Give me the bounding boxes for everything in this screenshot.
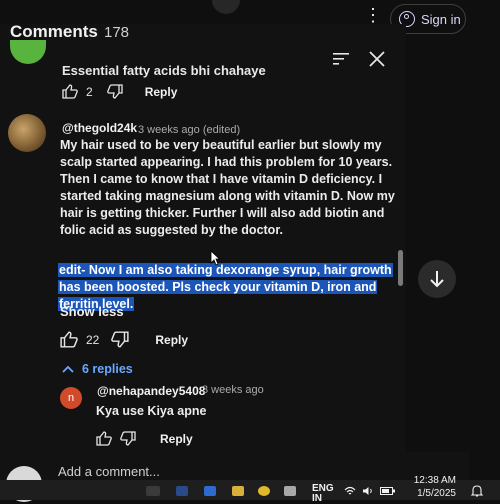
scroll-down-button[interactable] bbox=[418, 260, 456, 298]
region-code: IN bbox=[312, 493, 322, 504]
reply-author[interactable]: @nehapandey5408 bbox=[97, 384, 205, 398]
reply-body: Kya use Kiya apne bbox=[96, 404, 207, 418]
arrow-down-icon bbox=[430, 271, 444, 288]
reply-actions: Reply bbox=[96, 431, 193, 446]
like-icon[interactable] bbox=[96, 431, 112, 446]
like-icon[interactable] bbox=[62, 84, 78, 99]
dislike-icon[interactable] bbox=[106, 84, 123, 99]
taskbar-app-icon[interactable] bbox=[146, 486, 160, 496]
previous-comment-actions: 2 Reply bbox=[62, 84, 177, 99]
reply-button[interactable]: Reply bbox=[145, 85, 178, 99]
comment-meta: 3 weeks ago (edited) bbox=[138, 124, 241, 136]
replies-count: 6 replies bbox=[82, 362, 133, 376]
taskbar-app-icon[interactable] bbox=[284, 486, 296, 496]
like-icon[interactable] bbox=[60, 331, 78, 348]
clock-date: 1/5/2025 bbox=[417, 488, 456, 499]
comment-author[interactable]: @thegold24k bbox=[62, 121, 137, 135]
chrome-icon[interactable] bbox=[258, 486, 270, 496]
more-options-icon[interactable]: ⋮ bbox=[364, 4, 382, 26]
reply-meta: 3 weeks ago bbox=[202, 384, 264, 396]
previous-comment-text: Essential fatty acids bhi chahaye bbox=[62, 63, 266, 78]
close-icon[interactable] bbox=[368, 50, 386, 68]
replies-toggle[interactable]: 6 replies bbox=[62, 362, 133, 376]
mouse-cursor-icon bbox=[210, 250, 220, 266]
sign-in-label: Sign in bbox=[421, 11, 461, 27]
wifi-icon[interactable] bbox=[344, 486, 356, 496]
comments-count: 178 bbox=[104, 24, 130, 41]
taskbar-app-icon[interactable] bbox=[204, 486, 216, 496]
dislike-icon[interactable] bbox=[111, 331, 129, 348]
scrollbar-thumb[interactable] bbox=[398, 250, 403, 286]
language-indicator[interactable]: ENG IN bbox=[312, 484, 334, 504]
show-less-button[interactable]: Show less bbox=[60, 304, 124, 319]
comment-body: My hair used to be very beautiful earlie… bbox=[60, 138, 395, 237]
like-count: 2 bbox=[86, 84, 93, 99]
dislike-icon[interactable] bbox=[120, 431, 136, 446]
comments-title: Comments bbox=[10, 22, 98, 41]
reply-button[interactable]: Reply bbox=[160, 432, 193, 446]
system-clock[interactable]: 12:38 AM 1/5/2025 bbox=[406, 474, 456, 500]
taskbar-app-icon[interactable] bbox=[176, 486, 188, 496]
notifications-icon[interactable] bbox=[470, 484, 484, 498]
like-count: 22 bbox=[86, 332, 100, 347]
volume-icon[interactable] bbox=[362, 486, 374, 496]
comment-actions: 22 Reply bbox=[60, 331, 188, 348]
clock-time: 12:38 AM bbox=[413, 475, 456, 486]
battery-icon[interactable] bbox=[380, 486, 396, 496]
avatar[interactable]: n bbox=[60, 387, 82, 409]
sort-icon[interactable] bbox=[333, 52, 349, 66]
chevron-up-icon bbox=[62, 365, 74, 373]
reply-button[interactable]: Reply bbox=[155, 333, 188, 347]
taskbar-app-icon[interactable] bbox=[232, 486, 244, 496]
avatar[interactable] bbox=[8, 114, 46, 152]
add-comment-input[interactable]: Add a comment... bbox=[58, 464, 160, 479]
